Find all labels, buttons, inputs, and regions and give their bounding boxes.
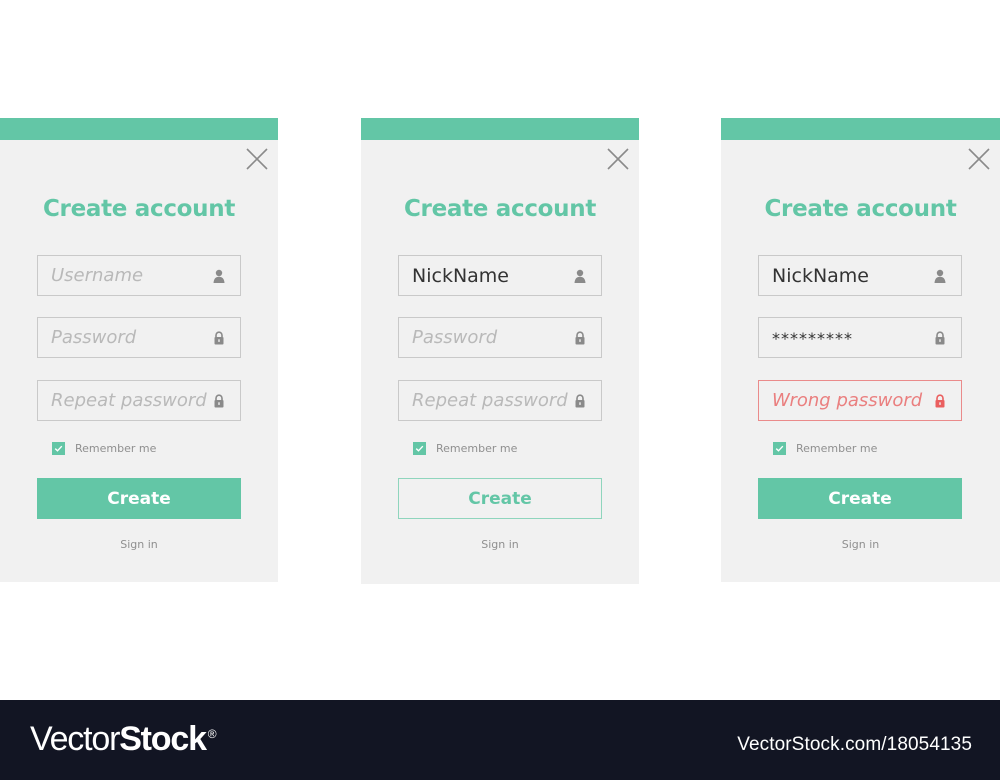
checkbox-checked[interactable] [413, 442, 426, 455]
lock-icon [575, 393, 585, 407]
card-title: Create account [403, 196, 597, 222]
image-id-text: VectorStock.com/18054135 [737, 734, 972, 755]
signup-card-3: Create account NickName ********* Wrong … [721, 118, 1000, 582]
remember-me-checkbox[interactable]: Remember me [773, 442, 877, 455]
username-placeholder: Username [51, 265, 144, 286]
wrong-password-message: Wrong password [772, 390, 923, 411]
close-button[interactable] [967, 147, 991, 171]
sign-in-link[interactable]: Sign in [721, 538, 1000, 551]
close-button[interactable] [245, 147, 269, 171]
close-icon [246, 148, 268, 170]
close-icon [607, 148, 629, 170]
user-icon [213, 269, 225, 283]
username-field[interactable]: NickName [398, 255, 602, 296]
logo-bold-text: Stock [119, 720, 207, 758]
sign-in-link[interactable]: Sign in [0, 538, 278, 551]
password-placeholder: Password [51, 327, 137, 348]
password-placeholder: Password [412, 327, 498, 348]
remember-me-label: Remember me [75, 442, 157, 455]
password-field[interactable]: Password [398, 317, 602, 358]
card-title: Create account [42, 196, 236, 222]
lock-icon [935, 330, 945, 344]
sign-in-link[interactable]: Sign in [361, 538, 639, 551]
remember-me-label: Remember me [796, 442, 878, 455]
create-button[interactable]: Create [398, 478, 602, 519]
password-masked-value: ********* [772, 329, 853, 348]
lock-icon [214, 330, 224, 344]
card-header-bar [0, 118, 278, 140]
signup-card-1: Create account Username Password Repeat … [0, 118, 278, 582]
username-field[interactable]: NickName [758, 255, 962, 296]
username-value: NickName [772, 264, 869, 287]
close-button[interactable] [606, 147, 630, 171]
card-header-bar [361, 118, 639, 140]
lock-icon [214, 393, 224, 407]
check-icon [415, 445, 424, 452]
repeat-password-placeholder: Repeat password [412, 390, 568, 411]
create-button[interactable]: Create [758, 478, 962, 519]
check-icon [775, 445, 784, 452]
logo-light-text: Vector [30, 720, 120, 758]
username-field[interactable]: Username [37, 255, 241, 296]
remember-me-checkbox[interactable]: Remember me [52, 442, 156, 455]
repeat-password-placeholder: Repeat password [51, 390, 207, 411]
check-icon [54, 445, 63, 452]
signup-card-2: Create account NickName Password Repeat … [361, 118, 639, 584]
repeat-password-field[interactable]: Repeat password [398, 380, 602, 421]
lock-icon [935, 393, 945, 407]
checkbox-checked[interactable] [773, 442, 786, 455]
repeat-password-field-error[interactable]: Wrong password [758, 380, 962, 421]
vectorstock-logo: VectorStock ® [30, 720, 217, 759]
password-field[interactable]: Password [37, 317, 241, 358]
user-icon [934, 269, 946, 283]
username-value: NickName [412, 264, 509, 287]
user-icon [574, 269, 586, 283]
password-field[interactable]: ********* [758, 317, 962, 358]
watermark-footer: VectorStock ® VectorStock.com/18054135 [0, 700, 1000, 780]
repeat-password-field[interactable]: Repeat password [37, 380, 241, 421]
checkbox-checked[interactable] [52, 442, 65, 455]
card-title: Create account [764, 196, 957, 222]
card-header-bar [721, 118, 1000, 140]
remember-me-label: Remember me [436, 442, 518, 455]
create-button[interactable]: Create [37, 478, 241, 519]
lock-icon [575, 330, 585, 344]
registered-mark: ® [207, 726, 217, 741]
remember-me-checkbox[interactable]: Remember me [413, 442, 517, 455]
close-icon [968, 148, 990, 170]
